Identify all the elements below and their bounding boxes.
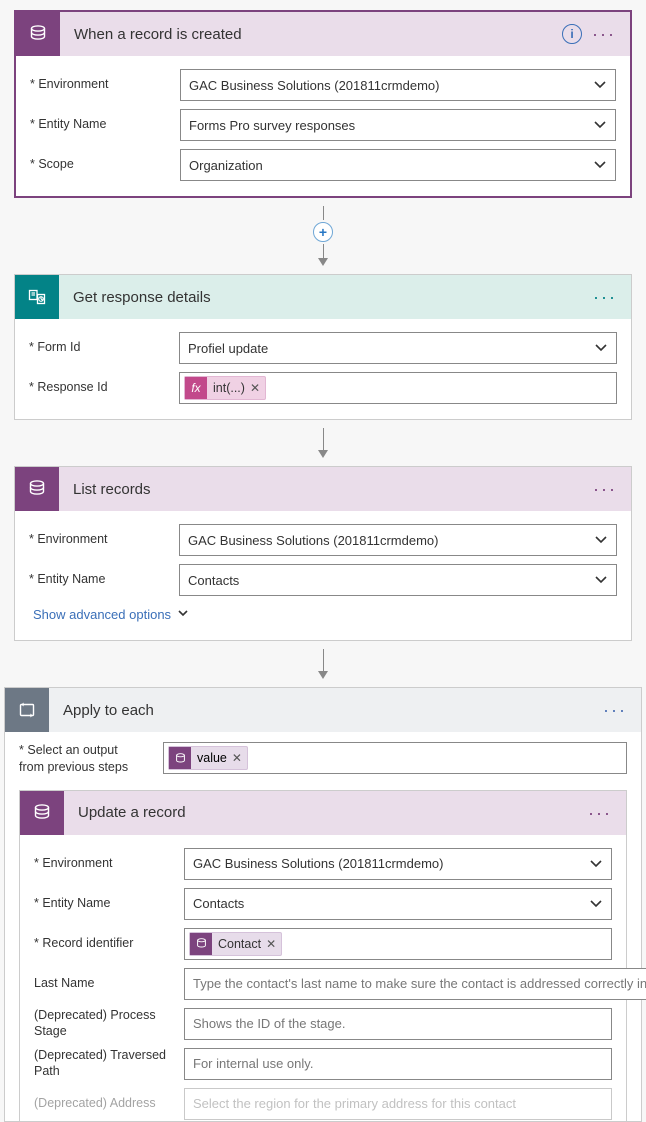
process-stage-label: (Deprecated) Process Stage xyxy=(34,1008,184,1039)
get-response-header[interactable]: Get response details ··· xyxy=(15,275,631,319)
form-id-select[interactable]: Profiel update xyxy=(179,332,617,364)
apply-to-each-card: Apply to each ··· * Select an output fro… xyxy=(4,687,642,1122)
more-menu-button[interactable]: ··· xyxy=(592,25,616,43)
database-icon xyxy=(16,12,60,56)
remove-token-button[interactable]: ✕ xyxy=(250,381,260,395)
record-identifier-input[interactable]: Contact ✕ xyxy=(184,928,612,960)
database-icon xyxy=(190,933,212,955)
chevron-down-icon xyxy=(594,341,608,355)
database-icon xyxy=(20,791,64,835)
list-records-card: List records ··· Environment GAC Busines… xyxy=(14,466,632,641)
chevron-down-icon xyxy=(593,158,607,172)
show-advanced-options-link[interactable]: Show advanced options xyxy=(29,597,617,626)
get-response-details-card: Get response details ··· Form Id Profiel… xyxy=(14,274,632,420)
expression-token[interactable]: fx int(...) ✕ xyxy=(184,376,266,400)
entity-name-select[interactable]: Contacts xyxy=(184,888,612,920)
connector-arrow xyxy=(0,649,646,679)
environment-label: Environment xyxy=(34,856,184,872)
entity-name-select[interactable]: Forms Pro survey responses xyxy=(180,109,616,141)
last-name-label: Last Name xyxy=(34,976,184,992)
record-identifier-label: Record identifier xyxy=(34,936,184,952)
value-token[interactable]: value ✕ xyxy=(168,746,248,770)
chevron-down-icon xyxy=(589,897,603,911)
connector-arrow xyxy=(0,428,646,458)
update-record-header[interactable]: Update a record ··· xyxy=(20,791,626,835)
chevron-down-icon xyxy=(593,118,607,132)
list-records-header[interactable]: List records ··· xyxy=(15,467,631,511)
address-input[interactable]: Select the region for the primary addres… xyxy=(184,1088,612,1120)
more-menu-button[interactable]: ··· xyxy=(603,701,627,719)
scope-label: Scope xyxy=(30,157,180,173)
chevron-down-icon xyxy=(593,78,607,92)
chevron-down-icon xyxy=(594,573,608,587)
select-output-label: * Select an output from previous steps xyxy=(19,742,155,776)
address-label: (Deprecated) Address xyxy=(34,1096,184,1112)
more-menu-button[interactable]: ··· xyxy=(593,288,617,306)
entity-name-label: Entity Name xyxy=(34,896,184,912)
fx-icon: fx xyxy=(185,377,207,399)
apply-to-each-header[interactable]: Apply to each ··· xyxy=(5,688,641,732)
form-id-label: Form Id xyxy=(29,340,179,356)
trigger-title: When a record is created xyxy=(60,26,562,43)
update-record-title: Update a record xyxy=(64,804,588,821)
get-response-title: Get response details xyxy=(59,289,593,306)
info-icon[interactable]: i xyxy=(562,24,582,44)
forms-icon xyxy=(15,275,59,319)
contact-token[interactable]: Contact ✕ xyxy=(189,932,282,956)
chevron-down-icon xyxy=(594,533,608,547)
connector-arrow: + xyxy=(0,206,646,266)
environment-select[interactable]: GAC Business Solutions (201811crmdemo) xyxy=(180,69,616,101)
chevron-down-icon xyxy=(177,608,191,622)
last-name-input[interactable]: Type the contact's last name to make sur… xyxy=(184,968,646,1000)
entity-name-label: Entity Name xyxy=(29,572,179,588)
environment-label: Environment xyxy=(29,532,179,548)
database-icon xyxy=(15,467,59,511)
more-menu-button[interactable]: ··· xyxy=(588,804,612,822)
more-menu-button[interactable]: ··· xyxy=(593,480,617,498)
entity-name-select[interactable]: Contacts xyxy=(179,564,617,596)
environment-select[interactable]: GAC Business Solutions (201811crmdemo) xyxy=(184,848,612,880)
environment-select[interactable]: GAC Business Solutions (201811crmdemo) xyxy=(179,524,617,556)
environment-label: Environment xyxy=(30,77,180,93)
list-records-title: List records xyxy=(59,481,593,498)
traversed-path-label: (Deprecated) Traversed Path xyxy=(34,1048,184,1079)
add-step-button[interactable]: + xyxy=(313,222,333,242)
trigger-card: When a record is created i ··· Environme… xyxy=(14,10,632,198)
trigger-header[interactable]: When a record is created i ··· xyxy=(16,12,630,56)
select-output-input[interactable]: value ✕ xyxy=(163,742,627,774)
chevron-down-icon xyxy=(589,857,603,871)
process-stage-input[interactable]: Shows the ID of the stage. xyxy=(184,1008,612,1040)
scope-select[interactable]: Organization xyxy=(180,149,616,181)
update-record-card: Update a record ··· Environment GAC Busi… xyxy=(19,790,627,1121)
apply-to-each-title: Apply to each xyxy=(49,702,603,719)
loop-icon xyxy=(5,688,49,732)
entity-name-label: Entity Name xyxy=(30,117,180,133)
response-id-input[interactable]: fx int(...) ✕ xyxy=(179,372,617,404)
response-id-label: Response Id xyxy=(29,380,179,396)
traversed-path-input[interactable]: For internal use only. xyxy=(184,1048,612,1080)
remove-token-button[interactable]: ✕ xyxy=(266,937,276,951)
remove-token-button[interactable]: ✕ xyxy=(232,751,242,765)
database-icon xyxy=(169,747,191,769)
